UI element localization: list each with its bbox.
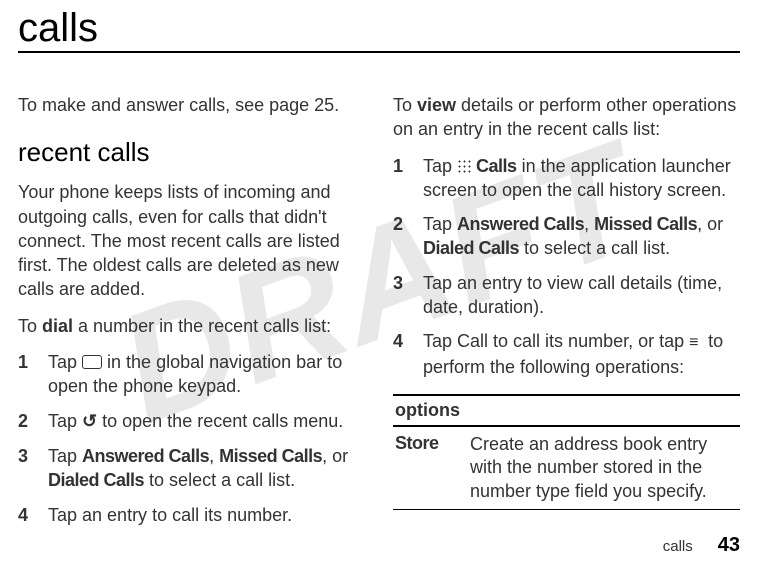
- step-number: 2: [393, 212, 423, 261]
- text-frag: Tap: [48, 446, 82, 466]
- left-step-4: 4 Tap an entry to call its number.: [18, 503, 365, 527]
- app-grid-icon: [457, 159, 471, 173]
- section-heading: recent calls: [18, 137, 365, 168]
- options-header: options: [393, 396, 740, 427]
- text-frag: to select a call list.: [144, 470, 295, 490]
- page-footer: calls 43: [663, 534, 740, 557]
- phone-icon: ↺: [82, 409, 97, 433]
- content-columns: To make and answer calls, see page 25. r…: [18, 93, 740, 537]
- step-text: Tap Answered Calls, Missed Calls, or Dia…: [48, 444, 365, 493]
- step-number: 3: [393, 271, 423, 320]
- text-frag: Tap Call to call its number, or tap: [423, 331, 689, 351]
- dial-bold: dial: [42, 316, 73, 336]
- left-step-2: 2 Tap ↺ to open the recent calls menu.: [18, 409, 365, 434]
- intro-text: To make and answer calls, see page 25.: [18, 93, 365, 117]
- right-step-4: 4 Tap Call to call its number, or tap to…: [393, 329, 740, 379]
- step-number: 1: [18, 350, 48, 399]
- right-step-2: 2 Tap Answered Calls, Missed Calls, or D…: [393, 212, 740, 261]
- step-text: Tap an entry to call its number.: [48, 503, 365, 527]
- step-number: 2: [18, 409, 48, 434]
- left-column: To make and answer calls, see page 25. r…: [18, 93, 365, 537]
- view-intro: To view details or perform other operati…: [393, 93, 740, 142]
- step-number: 4: [393, 329, 423, 379]
- text-frag: to select a call list.: [519, 238, 670, 258]
- step-text: Tap Calls in the application launcher sc…: [423, 154, 740, 203]
- menu-list-icon: [689, 329, 703, 353]
- step-number: 4: [18, 503, 48, 527]
- answered-calls-label: Answered Calls: [457, 214, 584, 234]
- step-text: Tap Answered Calls, Missed Calls, or Dia…: [423, 212, 740, 261]
- right-step-3: 3 Tap an entry to view call details (tim…: [393, 271, 740, 320]
- options-table: options Store Create an address book ent…: [393, 394, 740, 510]
- page-title: calls: [18, 7, 740, 53]
- right-step-1: 1 Tap Calls in the application launcher …: [393, 154, 740, 203]
- answered-calls-label: Answered Calls: [82, 446, 209, 466]
- overview-text: Your phone keeps lists of incoming and o…: [18, 180, 365, 301]
- text-frag: , or: [697, 214, 723, 234]
- step-text: Tap ↺ to open the recent calls menu.: [48, 409, 365, 434]
- dialed-calls-label: Dialed Calls: [48, 470, 144, 490]
- text-frag: to open the recent calls menu.: [97, 411, 343, 431]
- missed-calls-label: Missed Calls: [219, 446, 322, 466]
- left-step-3: 3 Tap Answered Calls, Missed Calls, or D…: [18, 444, 365, 493]
- dialed-calls-label: Dialed Calls: [423, 238, 519, 258]
- view-bold: view: [417, 95, 456, 115]
- left-step-1: 1 Tap in the global navigation bar to op…: [18, 350, 365, 399]
- right-column: To view details or perform other operati…: [393, 93, 740, 537]
- dial-intro: To dial a number in the recent calls lis…: [18, 314, 365, 338]
- footer-page-number: 43: [718, 534, 740, 557]
- text-frag: Tap: [423, 214, 457, 234]
- text-frag: ,: [584, 214, 594, 234]
- dial-post: a number in the recent calls list:: [73, 316, 331, 336]
- text-frag: , or: [322, 446, 348, 466]
- text-frag: Tap: [48, 411, 82, 431]
- step-number: 3: [18, 444, 48, 493]
- calls-label: Calls: [476, 156, 517, 176]
- step-text: Tap Call to call its number, or tap to p…: [423, 329, 740, 379]
- nav-box-icon: [82, 355, 102, 369]
- step-number: 1: [393, 154, 423, 203]
- option-label: Store: [395, 433, 470, 503]
- text-frag: ,: [209, 446, 219, 466]
- step-text: Tap in the global navigation bar to open…: [48, 350, 365, 399]
- option-description: Create an address book entry with the nu…: [470, 433, 738, 503]
- step-text: Tap an entry to view call details (time,…: [423, 271, 740, 320]
- dial-pre: To: [18, 316, 42, 336]
- options-row: Store Create an address book entry with …: [393, 427, 740, 509]
- text-frag: To: [393, 95, 417, 115]
- text-frag: Tap: [48, 352, 82, 372]
- missed-calls-label: Missed Calls: [594, 214, 697, 234]
- footer-section-label: calls: [663, 538, 693, 555]
- text-frag: Tap: [423, 156, 457, 176]
